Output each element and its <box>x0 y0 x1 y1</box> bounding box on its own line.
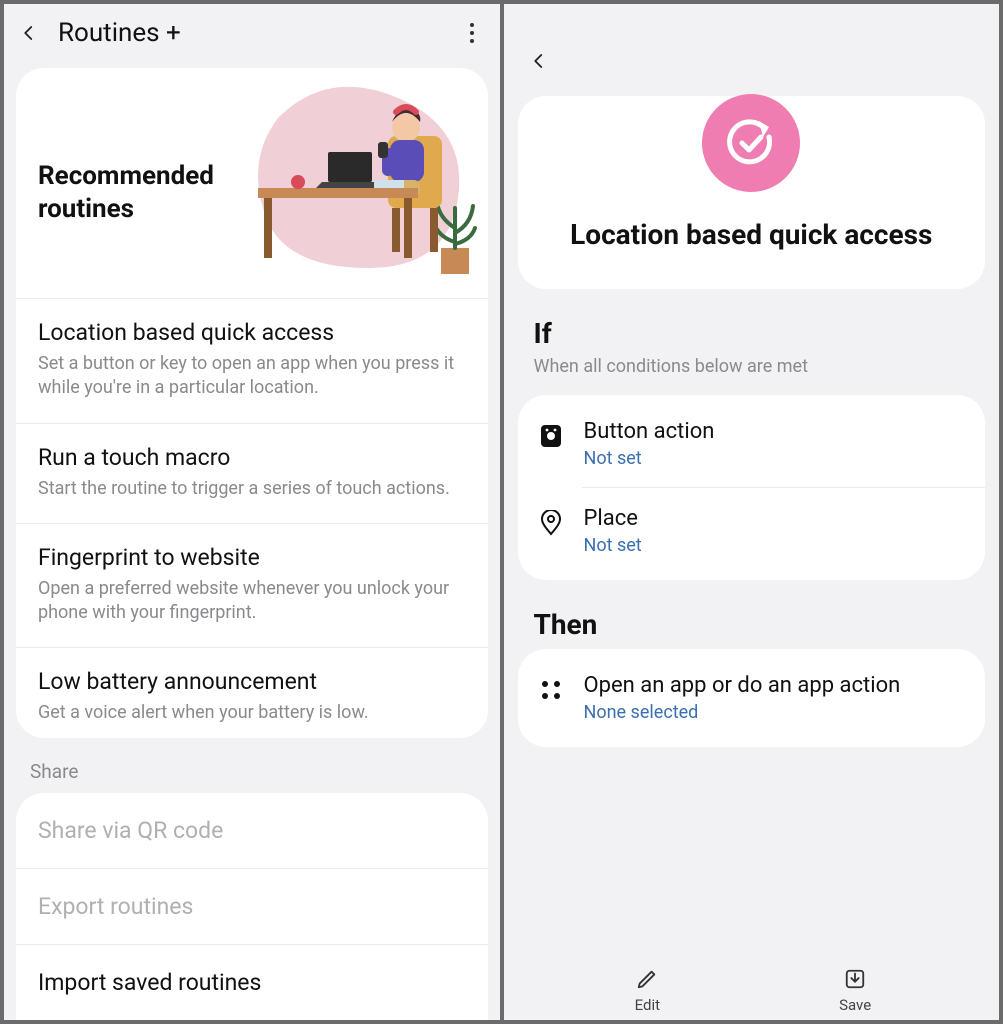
condition-place[interactable]: Place Not set <box>582 487 986 574</box>
condition-value: Not set <box>584 535 964 556</box>
routine-item-low-battery[interactable]: Low battery announcement Get a voice ale… <box>16 647 488 738</box>
routines-list-screen: Routines + Recommended routines <box>4 4 500 1020</box>
place-icon <box>536 508 566 538</box>
share-via-qr[interactable]: Share via QR code <box>16 793 488 868</box>
chevron-left-icon <box>530 52 548 70</box>
condition-button-action[interactable]: Button action Not set <box>518 401 986 487</box>
routine-desc: Set a button or key to open an app when … <box>38 352 466 401</box>
action-title: Open an app or do an app action <box>584 673 964 698</box>
share-section-label: Share <box>4 746 500 793</box>
back-button[interactable] <box>16 20 42 46</box>
conditions-card: Button action Not set Place Not set <box>518 395 986 580</box>
if-label: If <box>504 303 1000 352</box>
routine-name: Low battery announcement <box>38 668 466 695</box>
action-open-app[interactable]: Open an app or do an app action None sel… <box>518 655 986 741</box>
pencil-icon <box>634 966 660 992</box>
apps-grid-icon <box>536 675 566 705</box>
routine-desc: Start the routine to trigger a series of… <box>38 477 466 501</box>
routine-item-location-quick-access[interactable]: Location based quick access Set a button… <box>16 298 488 423</box>
share-card: Share via QR code Export routines Import… <box>16 793 488 1020</box>
save-label: Save <box>839 996 871 1014</box>
save-button[interactable]: Save <box>805 966 905 1014</box>
routine-desc: Open a preferred website whenever you un… <box>38 577 466 626</box>
actions-card: Open an app or do an app action None sel… <box>518 649 986 747</box>
page-title: Routines + <box>58 18 444 48</box>
routine-hero-icon <box>702 94 800 192</box>
routine-item-fingerprint-website[interactable]: Fingerprint to website Open a preferred … <box>16 523 488 648</box>
back-button[interactable] <box>526 48 552 74</box>
routine-name: Fingerprint to website <box>38 544 466 571</box>
illustration-person-at-desk <box>238 78 488 288</box>
chevron-left-icon <box>20 24 38 42</box>
recommended-card: Recommended routines <box>16 68 488 738</box>
condition-title: Place <box>584 506 964 531</box>
app-header: Routines + <box>4 4 500 62</box>
refresh-check-icon <box>723 115 779 171</box>
condition-title: Button action <box>584 419 964 444</box>
bottom-action-bar: Edit Save <box>504 958 1000 1016</box>
routine-hero: Location based quick access <box>518 96 986 289</box>
import-saved-routines[interactable]: Import saved routines <box>16 944 488 1020</box>
edit-button[interactable]: Edit <box>597 966 697 1014</box>
routine-name: Location based quick access <box>38 319 466 346</box>
then-label: Then <box>504 594 1000 643</box>
routine-title: Location based quick access <box>538 218 966 251</box>
recommended-header: Recommended routines <box>16 68 488 298</box>
action-value: None selected <box>584 702 964 723</box>
edit-label: Edit <box>635 996 660 1014</box>
condition-value: Not set <box>584 448 964 469</box>
detail-header <box>504 4 1000 82</box>
more-options-button[interactable] <box>460 21 484 45</box>
routine-item-touch-macro[interactable]: Run a touch macro Start the routine to t… <box>16 423 488 523</box>
button-action-icon <box>536 421 566 451</box>
download-icon <box>842 966 868 992</box>
routine-desc: Get a voice alert when your battery is l… <box>38 701 466 725</box>
export-routines[interactable]: Export routines <box>16 868 488 944</box>
routine-name: Run a touch macro <box>38 444 466 471</box>
if-subtitle: When all conditions below are met <box>504 352 1000 389</box>
recommended-heading: Recommended routines <box>38 160 238 225</box>
routine-detail-screen: Location based quick access If When all … <box>504 4 1000 1020</box>
